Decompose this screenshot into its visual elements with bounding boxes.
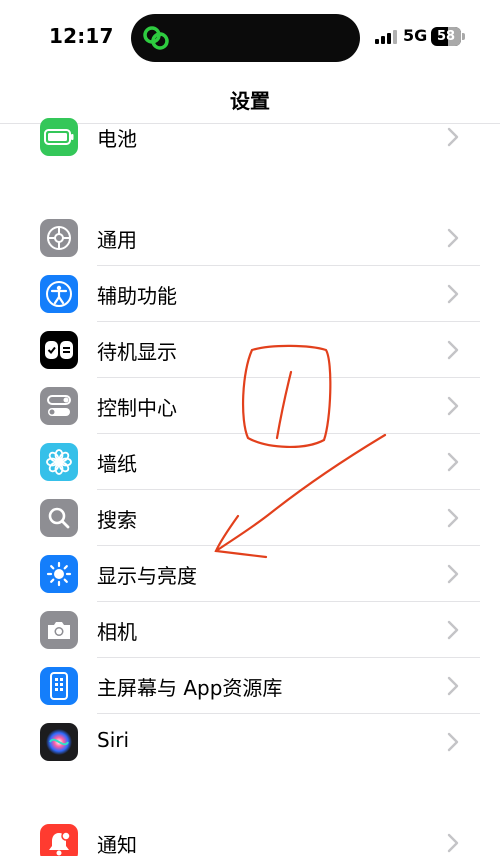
settings-row-notifications[interactable]: 通知 <box>0 815 500 856</box>
settings-row-home-screen[interactable]: 主屏幕与 App资源库 <box>0 658 500 714</box>
chevron-right-icon <box>447 228 459 248</box>
chevron-right-icon <box>447 127 459 147</box>
brightness-sun-icon <box>40 555 78 593</box>
cellular-signal-icon <box>375 29 397 44</box>
chevron-right-icon <box>447 676 459 696</box>
settings-row-battery[interactable]: 电池 <box>0 109 500 165</box>
settings-row-camera[interactable]: 相机 <box>0 602 500 658</box>
settings-row-label: 电池 <box>97 127 137 151</box>
search-icon <box>40 499 78 537</box>
home-screen-icon <box>40 667 78 705</box>
wallpaper-flower-icon <box>40 443 78 481</box>
standby-icon <box>40 331 78 369</box>
control-center-icon <box>40 387 78 425</box>
dynamic-island[interactable] <box>131 14 360 62</box>
settings-row-label: 辅助功能 <box>97 284 177 308</box>
battery-indicator-icon: 58 <box>431 27 465 46</box>
settings-row-label: 通知 <box>97 833 137 856</box>
chevron-right-icon <box>447 508 459 528</box>
settings-row-label: 通用 <box>97 228 137 252</box>
settings-row-label: Siri <box>97 728 130 752</box>
status-time: 12:17 <box>49 24 114 48</box>
chevron-right-icon <box>447 732 459 752</box>
network-type: 5G <box>403 26 428 45</box>
settings-row-label: 显示与亮度 <box>97 564 197 588</box>
settings-row-accessibility[interactable]: 辅助功能 <box>0 266 500 322</box>
settings-row-label: 待机显示 <box>97 340 177 364</box>
settings-row-label: 相机 <box>97 620 137 644</box>
siri-icon <box>40 723 78 761</box>
battery-percent: 58 <box>436 29 456 44</box>
chevron-right-icon <box>447 452 459 472</box>
settings-row-label: 主屏幕与 App资源库 <box>97 676 283 700</box>
chevron-right-icon <box>447 620 459 640</box>
accessibility-icon <box>40 275 78 313</box>
settings-row-control-center[interactable]: 控制中心 <box>0 378 500 434</box>
settings-row-label: 控制中心 <box>97 396 177 420</box>
chevron-right-icon <box>447 284 459 304</box>
settings-row-wallpaper[interactable]: 墙纸 <box>0 434 500 490</box>
chevron-right-icon <box>447 833 459 853</box>
chevron-right-icon <box>447 564 459 584</box>
settings-row-siri[interactable]: Siri <box>0 714 500 770</box>
camera-icon <box>40 611 78 649</box>
link-activity-icon <box>143 26 169 50</box>
settings-row-general[interactable]: 通用 <box>0 210 500 266</box>
settings-row-display-brightness[interactable]: 显示与亮度 <box>0 546 500 602</box>
battery-icon <box>40 118 78 156</box>
settings-row-standby[interactable]: 待机显示 <box>0 322 500 378</box>
chevron-right-icon <box>447 396 459 416</box>
chevron-right-icon <box>447 340 459 360</box>
settings-row-label: 墙纸 <box>97 452 137 476</box>
settings-row-label: 搜索 <box>97 508 137 532</box>
status-bar: 12:17 5G 58 <box>0 0 500 72</box>
settings-row-search[interactable]: 搜索 <box>0 490 500 546</box>
notification-bell-icon <box>40 824 78 856</box>
gear-icon <box>40 219 78 257</box>
